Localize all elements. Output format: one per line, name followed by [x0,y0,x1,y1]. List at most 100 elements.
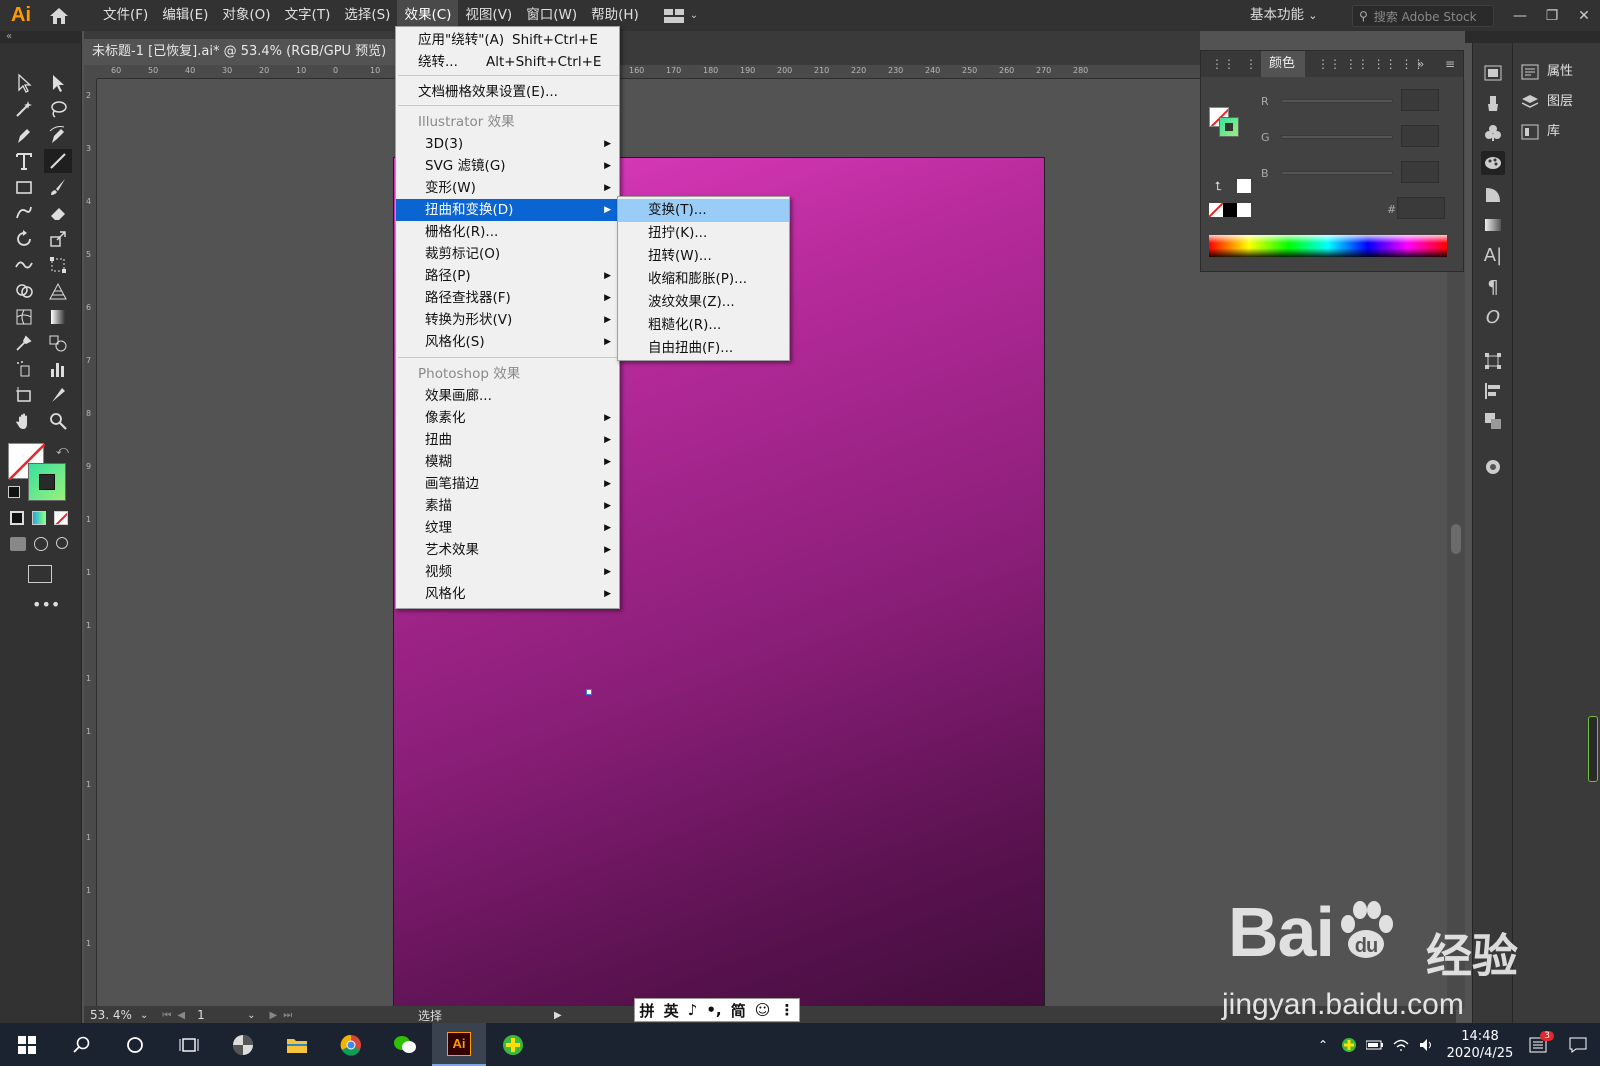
column-graph-tool-icon[interactable] [44,357,72,381]
symbol-sprayer-tool-icon[interactable] [10,357,38,381]
expand-panel-icon[interactable]: » [1417,57,1424,71]
shaper-tool-icon[interactable] [10,201,38,225]
channel-b-input[interactable] [1401,161,1439,183]
toolbar-collapse-button[interactable]: « [0,31,82,43]
start-button[interactable] [0,1023,54,1066]
task-view-button[interactable] [162,1023,216,1066]
rectangle-tool-icon[interactable] [10,175,38,199]
none-mode-icon[interactable] [54,511,68,525]
status-mode-label[interactable]: 选择 [418,1007,442,1024]
document-tab[interactable]: 未标题-1 [已恢复].ai* @ 53.4% (RGB/GPU 预览) [84,39,396,65]
taskbar-wechat[interactable] [378,1023,432,1066]
menu-photoshop-effect-item[interactable]: 效果画廊... [396,385,619,407]
perspective-grid-tool-icon[interactable] [44,279,72,303]
menu-illustrator-effect-item[interactable]: 3D(3) ▶ [396,133,619,155]
draw-inside-icon[interactable] [56,537,68,549]
channel-g-slider[interactable] [1281,135,1393,139]
taskbar-green-app[interactable] [486,1023,540,1066]
gradient-tool-icon[interactable] [44,305,72,329]
pen-tool-icon[interactable] [10,123,38,147]
menu-distort-item[interactable]: 收缩和膨胀(P)... [618,268,789,291]
menu-distort-item[interactable]: 自由扭曲(F)... [618,337,789,360]
ruler-origin[interactable] [84,65,97,79]
channel-b-slider[interactable] [1281,171,1393,175]
home-icon[interactable] [42,0,76,31]
draw-normal-icon[interactable] [10,537,26,551]
vertical-ruler[interactable]: 2 3 4 5 6 7 8 9 1 1 1 1 1 1 1 1 1 [84,79,97,1009]
color-mode-icon[interactable] [10,511,24,525]
chevron-down-icon[interactable]: ⌄ [140,1010,148,1021]
black-swatch[interactable] [1223,203,1237,217]
menu-photoshop-effect-item[interactable]: 模糊 ▶ [396,451,619,473]
minimize-button[interactable]: — [1504,0,1536,31]
scale-tool-icon[interactable] [44,227,72,251]
menu-distort-item[interactable]: 扭转(W)... [618,245,789,268]
layers-panel-button[interactable]: 图层 [1521,89,1573,115]
paintbrush-tool-icon[interactable] [44,175,72,199]
draw-behind-icon[interactable] [34,537,48,551]
scrollbar-thumb[interactable] [1451,524,1461,554]
volume-icon[interactable] [1414,1038,1440,1052]
gradient-panel-icon[interactable] [1481,213,1505,237]
tray-green-app-icon[interactable] [1336,1037,1362,1053]
panel-menu-icon[interactable]: ≡ [1445,57,1455,71]
stroke-swatch[interactable] [28,463,66,501]
ime-simplified-button[interactable]: 简 [731,1000,746,1021]
paragraph-panel-icon[interactable]: ¶ [1481,275,1505,299]
properties-panel-button[interactable]: 属性 [1521,59,1573,85]
menu-illustrator-effect-item[interactable]: 风格化(S) ▶ [396,331,619,353]
menu-illustrator-effect-item[interactable]: 路径查找器(F) ▶ [396,287,619,309]
action-center-icon[interactable] [1556,1037,1600,1053]
taskbar-illustrator[interactable]: Ai [432,1023,486,1066]
eraser-tool-icon[interactable] [44,201,72,225]
menu-apply-last-effect[interactable]: 应用"绕转"(A) Shift+Ctrl+E [396,29,619,51]
ime-voice-button[interactable]: ♪ [688,1001,698,1019]
channel-r-slider[interactable] [1281,99,1393,103]
transform-bounds-icon[interactable] [1481,349,1505,373]
search-stock-input[interactable]: ⚲ 搜索 Adobe Stock [1352,5,1494,27]
arrange-documents-button[interactable]: ⌄ [663,8,710,23]
taskbar-app-pinwheel[interactable] [216,1023,270,1066]
menu-illustrator-effect-item[interactable]: 变形(W) ▶ [396,177,619,199]
none-swatch[interactable] [1209,203,1223,217]
menu-illustrator-effect-item[interactable]: 栅格化(R)... [396,221,619,243]
restore-button[interactable]: ❐ [1536,0,1568,31]
menu-edit[interactable]: 编辑(E) [155,0,215,31]
close-button[interactable]: ✕ [1568,0,1600,31]
menu-illustrator-effect-item[interactable]: 扭曲和变换(D) ▶ [396,199,619,221]
free-transform-tool-icon[interactable] [44,253,72,277]
white-swatch[interactable] [1237,203,1251,217]
selection-tool-icon[interactable] [10,71,38,95]
panel-tab-icon[interactable]: ⋮⋮ ⋮⋮ ⋮⋮ ⋮⋮ [1317,57,1424,71]
menu-illustrator-effect-item[interactable]: 裁剪标记(O) [396,243,619,265]
appearance-panel-icon[interactable] [1481,455,1505,479]
tab-color[interactable]: 颜色 [1261,51,1305,77]
zoom-tool-icon[interactable] [44,409,72,433]
color-guide-icon[interactable] [1481,183,1505,207]
menu-illustrator-effect-item[interactable]: 转换为形状(V) ▶ [396,309,619,331]
menu-illustrator-effect-item[interactable]: SVG 滤镜(G) ▶ [396,155,619,177]
menu-file[interactable]: 文件(F) [96,0,155,31]
chevron-down-icon[interactable]: ⌄ [247,1010,255,1021]
first-page-icon[interactable]: ⏮ [162,1010,171,1021]
menu-distort-item[interactable]: 波纹效果(Z)... [618,291,789,314]
swap-fill-stroke-icon[interactable]: ⤺ [56,443,69,458]
ime-emoji-button[interactable]: ☺ [755,1001,771,1019]
rotate-tool-icon[interactable] [10,227,38,251]
ime-language-button[interactable]: 英 [664,1000,679,1021]
menu-select[interactable]: 选择(S) [337,0,397,31]
channel-r-input[interactable] [1401,89,1439,111]
hand-tool-icon[interactable] [10,409,38,433]
align-panel-icon[interactable] [1481,379,1505,403]
out-of-gamut-icon[interactable]: ⮤ [1215,179,1222,194]
menu-photoshop-effect-item[interactable]: 素描 ▶ [396,495,619,517]
color-panel-icon[interactable] [1481,151,1505,175]
more-tools-icon[interactable]: ••• [32,595,60,614]
lasso-tool-icon[interactable] [44,97,72,121]
opentype-panel-icon[interactable]: O [1481,305,1505,329]
zoom-level-field[interactable]: 53. 4% [84,1008,140,1022]
eyedropper-tool-icon[interactable] [10,331,38,355]
status-arrow-icon[interactable]: ▶ [554,1010,562,1021]
curvature-tool-icon[interactable] [44,123,72,147]
default-fill-stroke-icon[interactable] [8,486,20,498]
